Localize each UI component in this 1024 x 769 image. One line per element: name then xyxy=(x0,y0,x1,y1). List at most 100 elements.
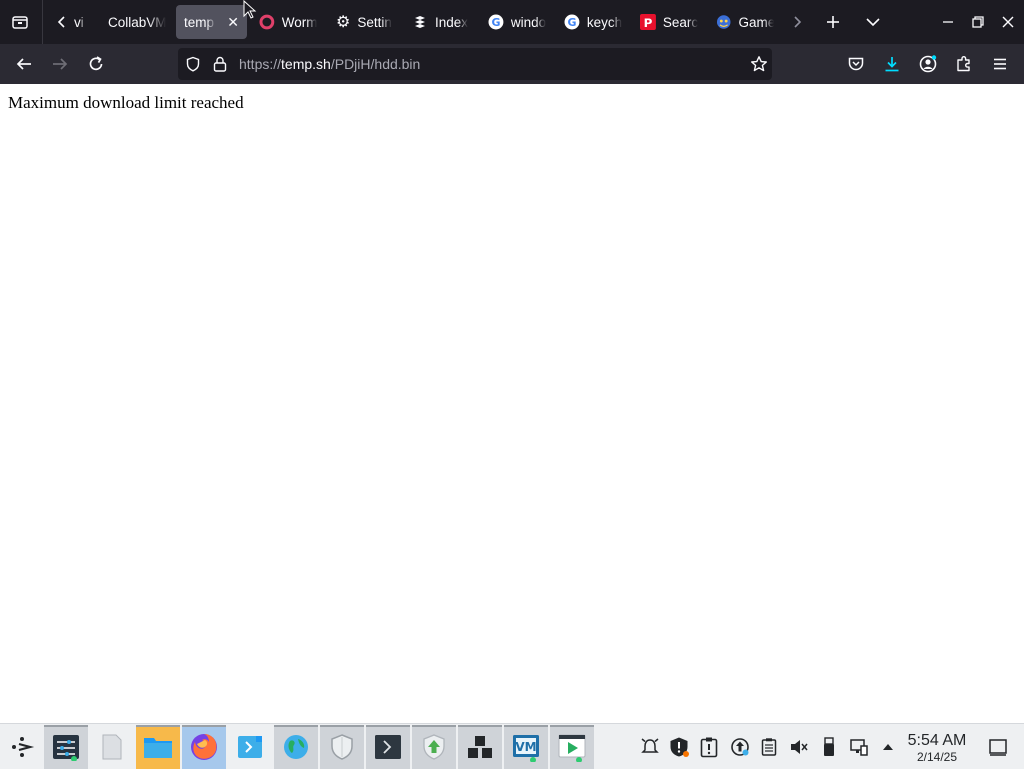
taskbar-app-dolphin-download[interactable] xyxy=(228,725,272,769)
tray-clipboard-alert[interactable] xyxy=(698,736,720,758)
google-icon: G xyxy=(564,14,580,30)
show-desktop-icon xyxy=(989,739,1007,756)
chevron-down-icon xyxy=(866,18,880,27)
clipboard-icon xyxy=(761,738,777,756)
tracking-protection-shield-icon[interactable] xyxy=(185,56,201,77)
taskbar-app-blocks[interactable] xyxy=(458,725,502,769)
taskbar-app-firefox[interactable] xyxy=(182,725,226,769)
digital-clock[interactable]: 5:54 AM 2/14/25 xyxy=(902,732,972,764)
navigation-toolbar: https://temp.sh/PDjiH/hdd.bin xyxy=(0,44,1024,84)
tab-separator xyxy=(42,0,43,44)
firefox-icon xyxy=(191,734,217,760)
bookmark-star-icon[interactable] xyxy=(750,55,768,78)
volume-muted-icon xyxy=(791,740,808,754)
taskbar-app-vm-manager[interactable]: VM xyxy=(504,725,548,769)
tray-notifications[interactable] xyxy=(639,736,661,758)
url-bar[interactable]: https://temp.sh/PDjiH/hdd.bin xyxy=(178,48,772,80)
application-launcher-button[interactable] xyxy=(0,725,44,769)
tab-label: windo xyxy=(510,14,546,30)
restore-button[interactable] xyxy=(962,6,994,38)
arrow-left-icon xyxy=(16,58,31,70)
url-text[interactable]: https://temp.sh/PDjiH/hdd.bin xyxy=(239,56,420,72)
tab-google-windo[interactable]: G windo xyxy=(488,5,546,39)
tray-clipboard[interactable] xyxy=(758,736,780,758)
new-tab-button[interactable] xyxy=(817,6,849,38)
pocket-button[interactable] xyxy=(840,48,872,80)
chevron-right-icon xyxy=(794,16,802,28)
taskbar-app-security[interactable] xyxy=(320,725,364,769)
clipboard-alert-icon xyxy=(700,737,718,758)
running-indicator xyxy=(136,725,180,727)
taskbar-app-web-browser[interactable] xyxy=(274,725,318,769)
tab-close-icon[interactable]: ✕ xyxy=(227,14,239,31)
running-indicator xyxy=(504,725,548,727)
show-desktop-button[interactable] xyxy=(987,736,1009,758)
taskbar-app-media-player[interactable] xyxy=(550,725,594,769)
clock-date: 2/14/25 xyxy=(916,750,958,764)
tab-search[interactable]: P Searc xyxy=(640,5,698,39)
url-scheme: https:// xyxy=(239,56,282,72)
taskbar-app-blank-document[interactable] xyxy=(90,725,134,769)
extensions-button[interactable] xyxy=(948,48,980,80)
downloads-button[interactable] xyxy=(876,48,908,80)
media-play-icon xyxy=(558,734,586,762)
running-indicator xyxy=(320,725,364,727)
tab-label: Game xyxy=(738,14,774,30)
terminal-icon xyxy=(375,735,401,759)
running-indicator xyxy=(458,725,502,727)
tray-volume[interactable] xyxy=(788,736,810,758)
tab-temp[interactable]: temp ✕ xyxy=(176,5,247,39)
list-all-tabs-button[interactable] xyxy=(857,6,889,38)
network-wired-icon xyxy=(850,739,868,756)
svg-text:VM: VM xyxy=(515,740,536,754)
mouse-pointer-icon xyxy=(243,0,257,25)
minimize-button[interactable] xyxy=(932,6,964,38)
minimize-icon xyxy=(943,21,953,23)
back-button[interactable] xyxy=(8,48,40,80)
tab-settings[interactable]: ⚙ Settin xyxy=(336,5,394,39)
index-icon xyxy=(415,16,425,28)
folder-icon xyxy=(144,738,172,758)
lock-icon[interactable] xyxy=(212,55,228,78)
gear-icon: ⚙ xyxy=(336,14,351,31)
tray-removable-devices[interactable] xyxy=(818,736,840,758)
tab-vi[interactable]: vi xyxy=(74,5,92,39)
tab-index[interactable]: Index xyxy=(412,5,470,39)
tray-updates[interactable] xyxy=(729,736,751,758)
plus-icon xyxy=(827,16,839,28)
tab-collabvm[interactable]: CollabVM xyxy=(108,5,166,39)
close-window-button[interactable] xyxy=(992,6,1024,38)
forward-button[interactable] xyxy=(44,48,76,80)
page-content: Maximum download limit reached xyxy=(0,85,1024,723)
firefox-view-button[interactable] xyxy=(4,6,36,38)
tab-google-keych[interactable]: G keych xyxy=(564,5,622,39)
vm-icon: VM xyxy=(513,735,539,762)
account-icon xyxy=(919,55,937,73)
puzzle-icon xyxy=(957,56,970,72)
tabs-scroll-right-button[interactable] xyxy=(781,6,813,38)
url-path: /PDjiH/hdd.bin xyxy=(330,56,421,72)
download-icon xyxy=(885,57,899,72)
app-menu-button[interactable] xyxy=(984,48,1016,80)
alarm-bell-icon xyxy=(641,738,659,753)
account-button[interactable] xyxy=(912,48,944,80)
running-indicator xyxy=(182,725,226,727)
tab-bar: vi CollabVM temp ✕ Worm ⚙ Settin Index G… xyxy=(0,0,1024,44)
tab-game[interactable]: Game xyxy=(716,5,774,39)
taskbar-app-updater[interactable] xyxy=(412,725,456,769)
reload-button[interactable] xyxy=(80,48,112,80)
taskbar-app-file-manager[interactable] xyxy=(136,725,180,769)
taskbar-app-terminal[interactable] xyxy=(366,725,410,769)
taskbar-app-system-settings[interactable] xyxy=(44,725,88,769)
tray-expand-button[interactable] xyxy=(877,736,899,758)
google-icon: G xyxy=(488,14,504,30)
tray-network[interactable] xyxy=(848,736,870,758)
clock-time: 5:54 AM xyxy=(907,732,967,749)
tab-label: temp xyxy=(184,14,215,30)
tab-worm[interactable]: Worm xyxy=(259,5,317,39)
tray-security-alert[interactable] xyxy=(668,736,690,758)
running-indicator xyxy=(44,725,88,727)
download-folder-icon xyxy=(238,736,262,758)
running-indicator xyxy=(412,725,456,727)
update-arrow-icon xyxy=(423,734,445,760)
